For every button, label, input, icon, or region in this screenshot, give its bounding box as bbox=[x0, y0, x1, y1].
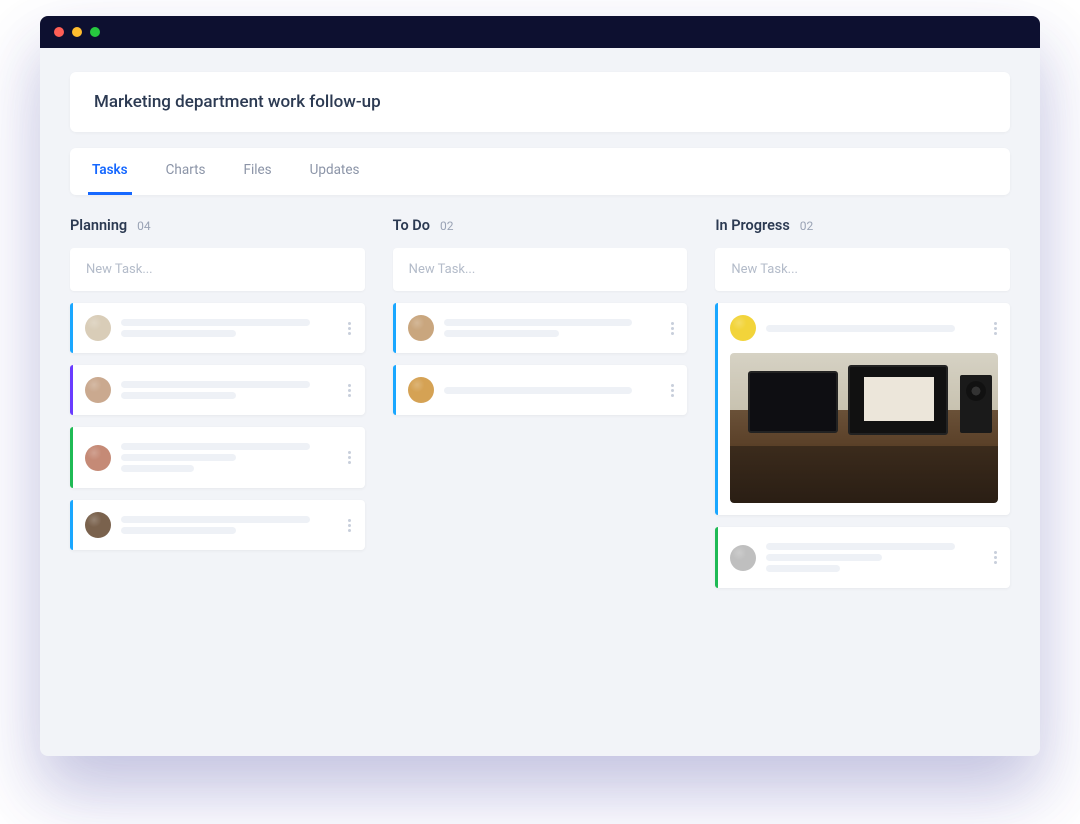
more-icon[interactable] bbox=[341, 384, 359, 397]
column-count: 02 bbox=[440, 219, 454, 233]
app-content: Marketing department work follow-up Task… bbox=[40, 48, 1040, 624]
avatar bbox=[408, 315, 434, 341]
card-body bbox=[718, 303, 1010, 353]
new-task-input-wrap[interactable] bbox=[70, 248, 365, 291]
more-icon[interactable] bbox=[663, 384, 681, 397]
window-titlebar bbox=[40, 16, 1040, 48]
window-close-icon[interactable] bbox=[54, 27, 64, 37]
avatar bbox=[408, 377, 434, 403]
more-icon[interactable] bbox=[341, 322, 359, 335]
card-text-placeholder bbox=[121, 377, 331, 403]
new-task-input[interactable] bbox=[731, 262, 994, 277]
tab-tasks[interactable]: Tasks bbox=[88, 148, 132, 195]
avatar bbox=[85, 315, 111, 341]
tab-charts[interactable]: Charts bbox=[162, 148, 210, 195]
more-icon[interactable] bbox=[341, 519, 359, 532]
column-title: In Progress bbox=[715, 217, 789, 234]
new-task-input-wrap[interactable] bbox=[393, 248, 688, 291]
card-text-placeholder bbox=[121, 439, 331, 476]
avatar bbox=[730, 315, 756, 341]
task-card[interactable] bbox=[70, 365, 365, 415]
task-card[interactable] bbox=[70, 427, 365, 488]
new-task-input[interactable] bbox=[86, 262, 349, 277]
card-text-placeholder bbox=[766, 539, 976, 576]
tab-files[interactable]: Files bbox=[239, 148, 275, 195]
new-task-input-wrap[interactable] bbox=[715, 248, 1010, 291]
column-to-do: To Do 02 bbox=[393, 217, 688, 600]
new-task-input[interactable] bbox=[409, 262, 672, 277]
app-window: Marketing department work follow-up Task… bbox=[40, 16, 1040, 756]
card-body bbox=[396, 365, 688, 415]
window-minimize-icon[interactable] bbox=[72, 27, 82, 37]
avatar bbox=[85, 512, 111, 538]
card-body bbox=[73, 427, 365, 488]
column-header: In Progress 02 bbox=[715, 217, 1010, 234]
more-icon[interactable] bbox=[986, 322, 1004, 335]
task-card[interactable] bbox=[393, 365, 688, 415]
window-maximize-icon[interactable] bbox=[90, 27, 100, 37]
card-text-placeholder bbox=[444, 315, 654, 341]
task-card[interactable] bbox=[715, 303, 1010, 515]
task-card[interactable] bbox=[393, 303, 688, 353]
column-header: To Do 02 bbox=[393, 217, 688, 234]
tab-updates[interactable]: Updates bbox=[306, 148, 364, 195]
card-text-placeholder bbox=[444, 383, 654, 398]
more-icon[interactable] bbox=[663, 322, 681, 335]
page-header: Marketing department work follow-up bbox=[70, 72, 1010, 132]
avatar bbox=[85, 445, 111, 471]
column-header: Planning 04 bbox=[70, 217, 365, 234]
column-count: 02 bbox=[800, 219, 814, 233]
card-image bbox=[730, 353, 998, 503]
card-text-placeholder bbox=[121, 512, 331, 538]
avatar bbox=[730, 545, 756, 571]
card-body bbox=[73, 365, 365, 415]
task-card[interactable] bbox=[70, 500, 365, 550]
card-body bbox=[718, 527, 1010, 588]
page-title: Marketing department work follow-up bbox=[94, 92, 986, 112]
card-text-placeholder bbox=[121, 315, 331, 341]
card-body bbox=[396, 303, 688, 353]
card-body bbox=[73, 303, 365, 353]
kanban-board: Planning 04 To Do 02 In Progress 02 bbox=[70, 217, 1010, 600]
avatar bbox=[85, 377, 111, 403]
column-title: Planning bbox=[70, 217, 127, 234]
task-card[interactable] bbox=[70, 303, 365, 353]
card-text-placeholder bbox=[766, 321, 976, 336]
tabs-bar: Tasks Charts Files Updates bbox=[70, 148, 1010, 195]
more-icon[interactable] bbox=[341, 451, 359, 464]
column-in-progress: In Progress 02 bbox=[715, 217, 1010, 600]
task-card[interactable] bbox=[715, 527, 1010, 588]
column-count: 04 bbox=[137, 219, 151, 233]
more-icon[interactable] bbox=[986, 551, 1004, 564]
column-title: To Do bbox=[393, 217, 430, 234]
card-body bbox=[73, 500, 365, 550]
column-planning: Planning 04 bbox=[70, 217, 365, 600]
